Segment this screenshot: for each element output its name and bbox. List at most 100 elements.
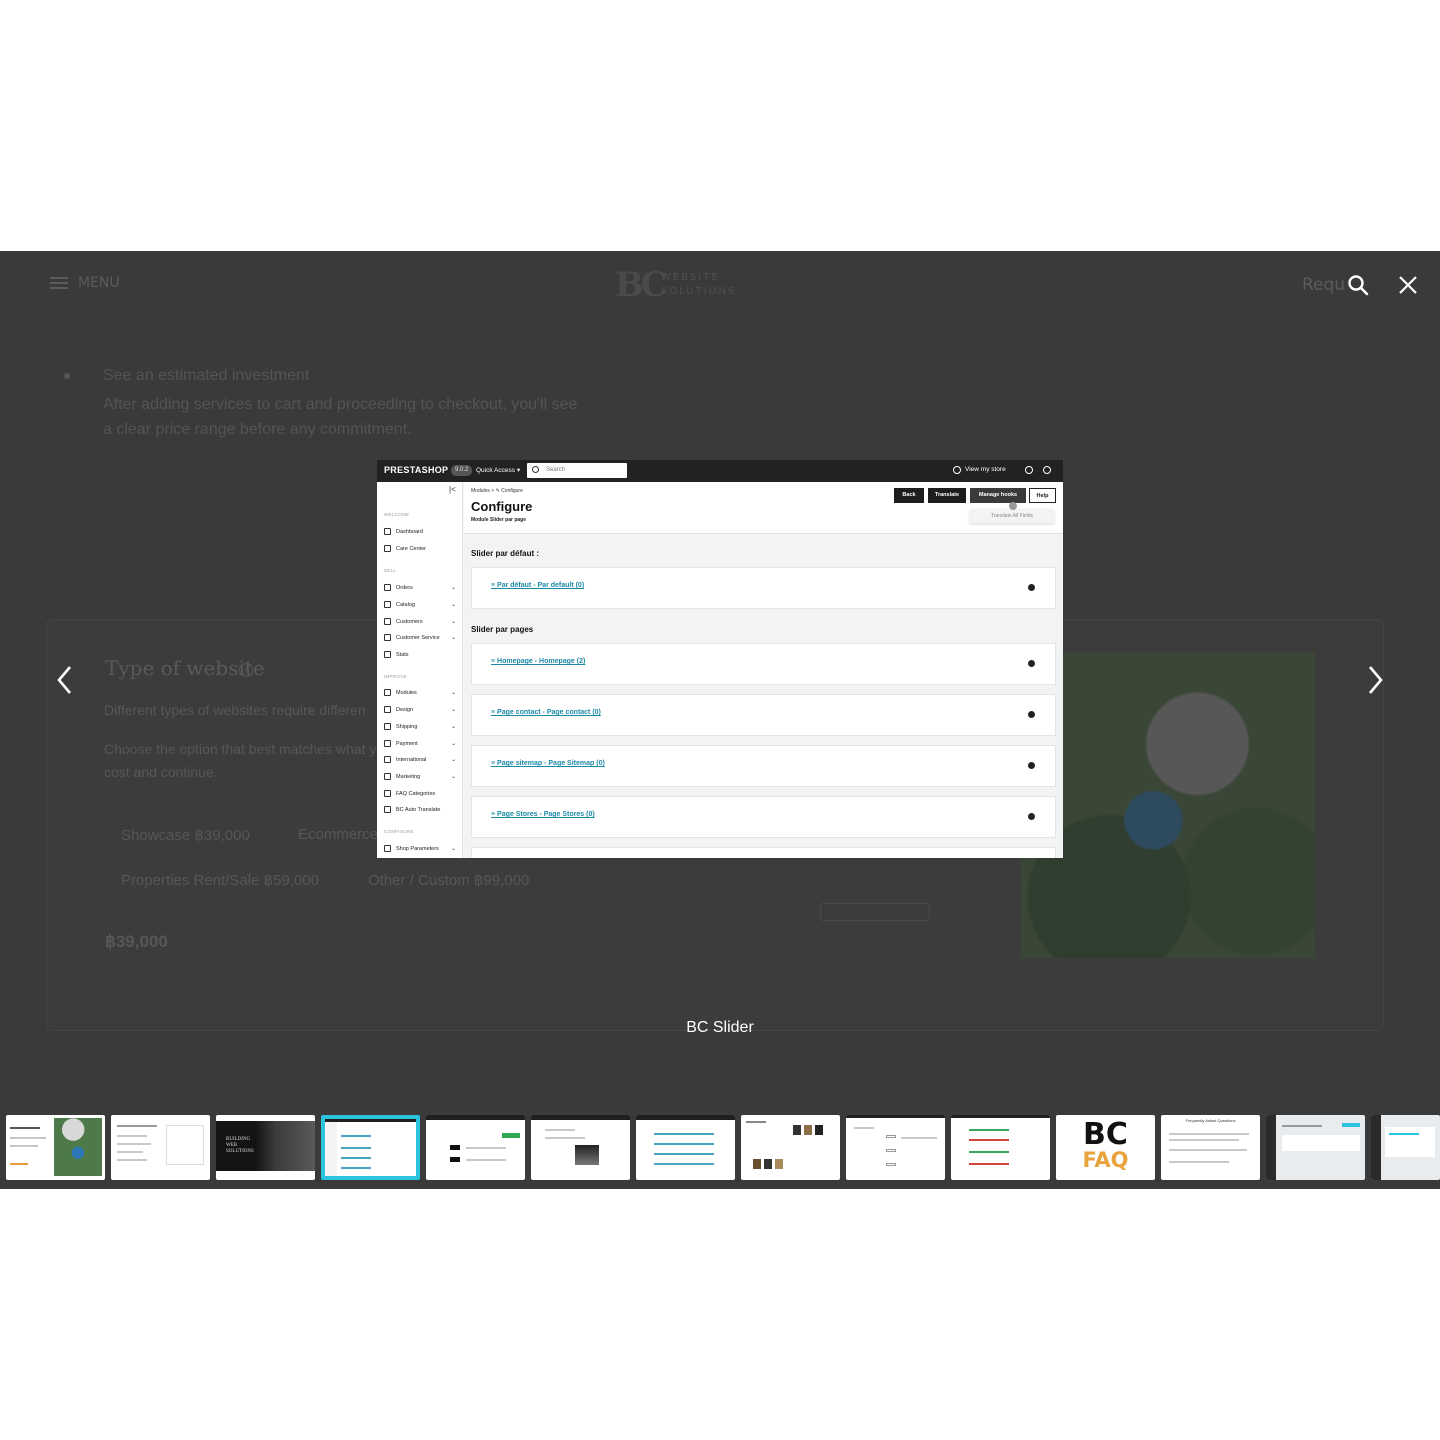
type-desc-2: Choose the option that best matches what… bbox=[104, 741, 377, 757]
ps-back-button: Back bbox=[894, 488, 924, 503]
gear-icon bbox=[1028, 711, 1035, 718]
site-logo: BC WEBSITE SOLUTIONS bbox=[615, 265, 755, 307]
ps-topbar: PRESTASHOP 9.0.2 Quick Access ▾ Search V… bbox=[377, 460, 1063, 482]
option-ecommerce: Ecommerce bbox=[298, 826, 379, 843]
chevron-right-icon[interactable] bbox=[1362, 663, 1388, 697]
dashboard-icon bbox=[384, 528, 391, 536]
thumbnail[interactable]: BC FAQ bbox=[1056, 1115, 1155, 1180]
ps-search-placeholder: Search bbox=[546, 467, 566, 473]
thumbnail[interactable] bbox=[1371, 1115, 1440, 1180]
ps-slider-link: ≡ Page Stores - Page Stores (0) bbox=[491, 811, 595, 818]
ps-slider-row: ≡ Page Stores - Page Stores (0) bbox=[471, 796, 1056, 838]
stats-icon bbox=[384, 651, 391, 659]
thumb-building-text-1: BUILDING bbox=[226, 1137, 251, 1142]
ps-dropdown-item: Translate All Fields bbox=[970, 509, 1054, 523]
payment-icon bbox=[384, 740, 391, 748]
ps-slider-row: ≡ Page contact - Page contact (0) bbox=[471, 694, 1056, 736]
account-icon bbox=[1043, 466, 1051, 474]
logo-mark: BC bbox=[615, 265, 667, 305]
thumbnail-strip: BUILDING WEB SOLUTIONS BC FAQ Frequently… bbox=[0, 1113, 1440, 1181]
logo-text-line1: WEBSITE bbox=[661, 272, 720, 283]
menu-button: MENU bbox=[50, 275, 120, 291]
thumbnail[interactable] bbox=[111, 1115, 210, 1180]
thumbnail[interactable] bbox=[741, 1115, 840, 1180]
lightbox-image: PRESTASHOP 9.0.2 Quick Access ▾ Search V… bbox=[377, 460, 1063, 858]
ps-item-customers: Customers ⌄ bbox=[384, 617, 458, 627]
ps-item-design: Design ⌄ bbox=[384, 705, 458, 715]
thumbnail[interactable] bbox=[6, 1115, 105, 1180]
ps-item-stats: Stats bbox=[384, 650, 458, 660]
ps-main: Modules > ✎ Configure Configure Module S… bbox=[464, 482, 1063, 858]
ps-slider-row: ≡ Page sitemap - Page Sitemap (0) bbox=[471, 745, 1056, 787]
ps-sidebar: |< WELCOME Dashboard Care Center SELL Or… bbox=[377, 482, 463, 858]
ps-item-shipping: Shipping ⌄ bbox=[384, 722, 458, 732]
option-showcase: Showcase ฿39,000 bbox=[121, 827, 250, 844]
ps-section-default: Slider par défaut : bbox=[471, 549, 540, 558]
globe-icon bbox=[384, 756, 391, 764]
ps-item-care-center: Care Center bbox=[384, 544, 458, 554]
ps-page-subtitle: Module Slider par page bbox=[471, 517, 527, 523]
ps-item-customer-service: Customer Service ⌄ bbox=[384, 633, 458, 643]
modules-icon bbox=[384, 689, 391, 697]
orders-icon bbox=[384, 584, 391, 592]
bullet-dot bbox=[64, 373, 70, 379]
search-icon[interactable] bbox=[1346, 273, 1370, 297]
ps-logo: PRESTASHOP bbox=[384, 465, 449, 475]
faq-logo-faq: FAQ bbox=[1082, 1148, 1129, 1172]
ps-manage-hooks-button: Manage hooks bbox=[970, 488, 1026, 503]
ps-search-field: Search bbox=[527, 463, 627, 478]
ps-page-title: Configure bbox=[471, 499, 533, 514]
thumbnail[interactable] bbox=[531, 1115, 630, 1180]
type-desc-3: cost and continue. bbox=[104, 764, 218, 780]
ps-section-welcome: WELCOME bbox=[384, 512, 410, 517]
ps-slider-row bbox=[471, 847, 1056, 858]
settings-icon bbox=[384, 845, 391, 853]
ps-section-improve: IMPROVE bbox=[384, 674, 407, 679]
faq-icon bbox=[384, 790, 391, 798]
ps-breadcrumb: Modules > ✎ Configure bbox=[471, 488, 523, 494]
chevron-left-icon[interactable] bbox=[52, 663, 78, 697]
ps-slider-link: ≡ Homepage - Homepage (2) bbox=[491, 658, 586, 665]
option-custom: Other / Custom ฿99,000 bbox=[368, 872, 530, 889]
ps-item-payment: Payment ⌄ bbox=[384, 739, 458, 749]
ps-quick-access: Quick Access ▾ bbox=[476, 467, 521, 474]
gear-icon bbox=[1028, 813, 1035, 820]
bullet-title: See an estimated investment bbox=[103, 367, 310, 384]
catalog-icon bbox=[384, 601, 391, 609]
ps-item-modules: Modules ⌄ bbox=[384, 688, 458, 698]
ps-translate-button: Translate bbox=[928, 488, 966, 503]
ps-section-sell: SELL bbox=[384, 568, 397, 573]
thumbnail[interactable] bbox=[951, 1115, 1050, 1180]
ps-version-badge: 9.0.2 bbox=[451, 465, 473, 476]
ps-section-configure: CONFIGURE bbox=[384, 829, 414, 834]
ps-item-international: International ⌄ bbox=[384, 755, 458, 765]
thumbnail[interactable]: BUILDING WEB SOLUTIONS bbox=[216, 1115, 315, 1180]
type-desc-1: Different types of websites require diff… bbox=[104, 702, 366, 718]
bullet-body-1: After adding services to cart and procee… bbox=[103, 396, 578, 413]
lightbox-caption: BC Slider bbox=[686, 1019, 754, 1036]
ps-search-icon bbox=[532, 466, 539, 473]
thumbnail[interactable] bbox=[426, 1115, 525, 1180]
thumbnail[interactable] bbox=[846, 1115, 945, 1180]
close-icon[interactable] bbox=[1396, 273, 1420, 297]
thumbnail[interactable] bbox=[1266, 1115, 1365, 1180]
shipping-icon bbox=[384, 723, 391, 731]
marketing-icon bbox=[384, 773, 391, 781]
ps-item-shop-parameters: Shop Parameters ⌄ bbox=[384, 844, 458, 854]
ps-slider-link: ≡ Page contact - Page contact (0) bbox=[491, 709, 601, 716]
thumbnail-active[interactable] bbox=[321, 1115, 420, 1180]
ps-section-pages: Slider par pages bbox=[471, 625, 534, 634]
customers-icon bbox=[384, 618, 391, 626]
thumb-building-text-3: SOLUTIONS bbox=[226, 1149, 254, 1154]
care-center-icon bbox=[384, 545, 391, 553]
thumbnail[interactable] bbox=[636, 1115, 735, 1180]
hamburger-icon bbox=[50, 277, 68, 289]
ps-item-orders: Orders ⌄ bbox=[384, 583, 458, 593]
thumb-faq-title: Frequently Asked Questions bbox=[1185, 1118, 1236, 1123]
bell-icon bbox=[1025, 466, 1033, 474]
request-link: Requ bbox=[1302, 275, 1346, 295]
menu-label: MENU bbox=[78, 275, 120, 291]
mouse-cursor-icon bbox=[1009, 502, 1017, 510]
thumbnail[interactable]: Frequently Asked Questions bbox=[1161, 1115, 1260, 1180]
ps-slider-link: ≡ Par défaut - Par default (0) bbox=[491, 582, 585, 589]
